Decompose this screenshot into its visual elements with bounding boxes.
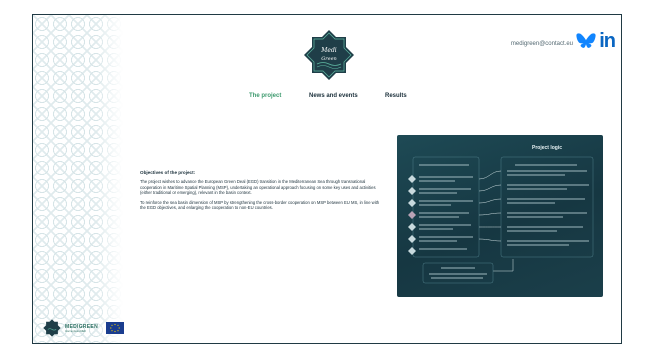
objectives-heading: Objectives of the project: <box>140 170 196 175</box>
medigreen-mini-logo <box>43 319 61 337</box>
infographic-graphic: Project logic <box>408 145 594 284</box>
nav-the-project[interactable]: The project <box>249 93 281 99</box>
footer-brand-name: MEDIGREEN <box>65 323 98 330</box>
objective-paragraph-1: The project wishes to advance the Europe… <box>140 179 376 196</box>
footer-logos: MEDIGREEN Interreg Euro-MED <box>43 319 124 337</box>
footer-brand: MEDIGREEN Interreg Euro-MED <box>65 324 98 333</box>
nav-results[interactable]: Results <box>385 93 407 99</box>
footer-brand-sub: Interreg Euro-MED <box>65 329 86 333</box>
logo-text-medi: Medi <box>320 47 337 54</box>
social-links: in <box>576 31 616 51</box>
objective-paragraph-2: To reinforce the sea basin dimension of … <box>140 199 380 211</box>
eu-flag-icon <box>105 322 124 334</box>
page-frame: Medi Green medigreen@contact.eu in The p… <box>32 14 622 344</box>
infographic-title: Project logic <box>532 145 562 151</box>
medigreen-logo[interactable]: Medi Green <box>303 29 355 81</box>
project-logic-infographic: Project logic <box>397 135 603 297</box>
contact-email[interactable]: medigreen@contact.eu <box>511 41 573 47</box>
linkedin-icon[interactable]: in <box>599 31 616 51</box>
decorative-pattern <box>33 15 123 343</box>
project-objectives: Objectives of the project: The project w… <box>140 170 380 214</box>
logo-text-green: Green <box>321 56 337 62</box>
bluesky-icon[interactable] <box>576 33 596 49</box>
main-nav: The project News and events Results <box>33 93 621 105</box>
nav-news-and-events[interactable]: News and events <box>309 93 358 99</box>
